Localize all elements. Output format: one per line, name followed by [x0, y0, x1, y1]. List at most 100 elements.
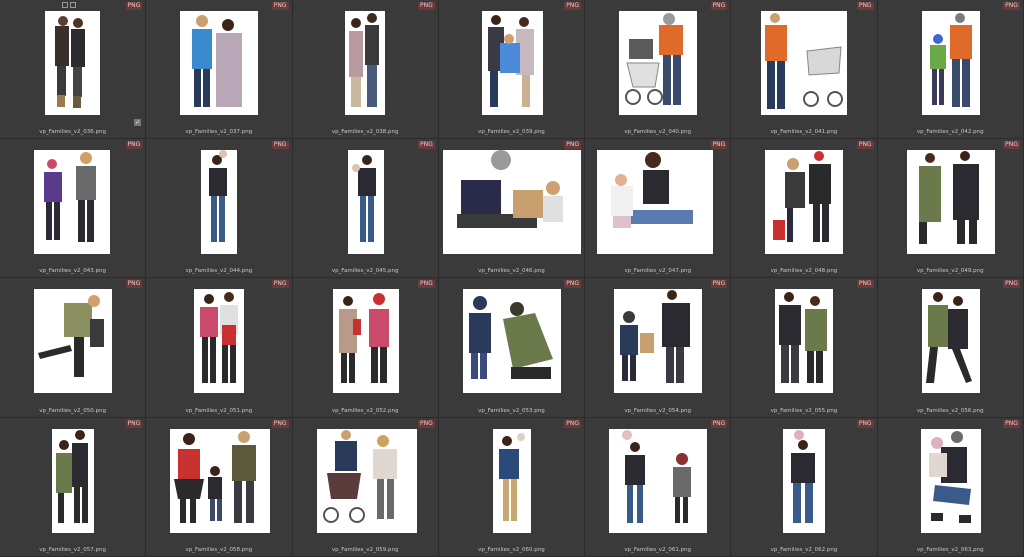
file-name-label: vp_Families_v2_045.png [331, 268, 399, 274]
thumbnail-image[interactable] [45, 11, 100, 115]
thumbnail-image[interactable] [492, 429, 531, 533]
thumbnail-image[interactable] [609, 429, 708, 533]
people-figure-image [611, 152, 694, 228]
thumbnail-tile[interactable]: PNG vp_Families_v2_053.png [438, 278, 586, 418]
thumbnail-image[interactable] [921, 289, 980, 393]
thumbnail-tile[interactable]: PNG vp_Families_v2_055.png [731, 278, 878, 418]
thumbnail-image[interactable] [614, 289, 703, 393]
thumbnail-tile[interactable]: PNG vp_Families_v2_040.png [585, 0, 732, 139]
thumbnail-tile[interactable]: PNG vp_Families_v2_046.png [438, 139, 586, 278]
thumbnail-image[interactable] [761, 11, 848, 115]
thumbnail-image[interactable] [194, 289, 245, 393]
people-figure-image [322, 430, 397, 523]
file-type-badge: PNG [125, 141, 143, 149]
people-figure-image [468, 296, 553, 379]
thumbnail-tile[interactable]: PNG vp_Families_v2_042.png [877, 0, 1024, 139]
file-name-label: vp_Families_v2_047.png [624, 268, 692, 274]
file-type-badge: PNG [418, 141, 435, 149]
file-name-label: vp_Families_v2_050.png [39, 408, 106, 414]
pencil-icon [70, 2, 76, 8]
thumbnail-image[interactable] [775, 289, 834, 393]
file-name-label: vp_Families_v2_051.png [185, 408, 253, 414]
thumbnail-image[interactable] [619, 11, 698, 115]
thumbnail-tile[interactable]: PNG vp_Families_v2_050.png [0, 278, 147, 418]
thumbnail-image[interactable] [201, 150, 238, 254]
thumbnail-tile[interactable]: PNG vp_Families_v2_047.png [585, 139, 732, 278]
thumbnail-image[interactable] [34, 150, 110, 254]
thumbnail-tile[interactable]: PNG vp_Families_v2_039.png [438, 0, 586, 139]
file-name-label: vp_Families_v2_057.png [39, 547, 106, 553]
people-figure-image [338, 293, 389, 383]
thumbnail-tile[interactable]: PNG vp_Families_v2_052.png [292, 278, 439, 418]
file-type-badge: PNG [710, 420, 728, 428]
thumbnail-tile[interactable]: PNG vp_Families_v2_038.png [292, 0, 439, 139]
thumbnail-image[interactable] [34, 289, 112, 393]
thumbnail-image[interactable] [52, 429, 94, 533]
file-name-label: vp_Families_v2_058.png [185, 547, 253, 553]
thumbnail-image[interactable] [481, 11, 543, 115]
file-type-badge: PNG [1003, 420, 1020, 428]
thumbnail-tile[interactable]: PNG vp_Families_v2_041.png [731, 0, 878, 139]
thumbnail-tile[interactable]: PNG vp_Families_v2_056.png [877, 278, 1024, 418]
thumbnail-image[interactable] [765, 150, 844, 254]
people-figure-image [773, 151, 832, 242]
file-type-badge: PNG [271, 2, 289, 10]
thumbnail-image[interactable] [344, 11, 385, 115]
file-name-label: vp_Families_v2_040.png [624, 129, 692, 135]
file-type-badge: PNG [125, 2, 143, 10]
thumbnail-image[interactable] [462, 289, 561, 393]
people-figure-image [928, 431, 971, 523]
thumbnail-tile[interactable]: PNG vp_Families_v2_058.png [146, 418, 293, 557]
thumbnail-tile[interactable]: PNG vp_Families_v2_043.png [0, 139, 147, 278]
thumbnail-image[interactable] [332, 289, 399, 393]
file-type-badge: PNG [125, 420, 143, 428]
people-figure-image [620, 290, 691, 383]
tile-overlay-icons [62, 2, 76, 8]
thumbnail-tile[interactable]: PNG vp_Families_v2_063.png [877, 418, 1024, 557]
people-figure-image [200, 292, 239, 383]
file-type-badge: PNG [271, 420, 289, 428]
thumbnail-image[interactable] [316, 429, 417, 533]
file-type-badge: PNG [710, 2, 728, 10]
file-name-label: vp_Families_v2_049.png [916, 268, 984, 274]
thumbnail-tile[interactable]: PNG vp_Families_v2_057.png [0, 418, 147, 557]
file-name-label: vp_Families_v2_037.png [185, 129, 253, 135]
file-name-label: vp_Families_v2_053.png [478, 408, 545, 414]
thumbnail-image[interactable] [442, 150, 581, 254]
thumbnail-tile[interactable]: PNG vp_Families_v2_061.png [585, 418, 732, 557]
people-figure-image [779, 292, 828, 383]
thumbnail-tile[interactable]: PNG vp_Families_v2_048.png [731, 139, 878, 278]
thumbnail-tile[interactable]: PNG vp_Families_v2_037.png [146, 0, 293, 139]
file-type-badge: PNG [564, 420, 582, 428]
file-type-badge: PNG [710, 280, 728, 288]
thumbnail-image[interactable] [906, 150, 995, 254]
file-type-badge: PNG [710, 141, 728, 149]
people-figure-image [348, 13, 379, 107]
thumbnail-tile[interactable]: PNG vp_Families_v2_045.png [292, 139, 439, 278]
file-name-label: vp_Families_v2_042.png [916, 129, 984, 135]
thumbnail-image[interactable] [347, 150, 384, 254]
thumbnail-tile[interactable]: PNG vp_Families_v2_049.png [877, 139, 1024, 278]
thumbnail-tile[interactable]: PNG vp_Families_v2_059.png [292, 418, 439, 557]
people-figure-image [55, 16, 85, 108]
people-figure-image [622, 430, 692, 523]
thumbnail-image[interactable] [920, 429, 981, 533]
thumbnail-tile[interactable]: PNG vp_Families_v2_062.png [731, 418, 878, 557]
file-type-badge: PNG [856, 141, 874, 149]
thumbnail-image[interactable] [597, 150, 714, 254]
people-figure-image [498, 433, 525, 521]
people-figure-image [925, 292, 972, 383]
thumbnail-tile[interactable]: PNG vp_Families_v2_060.png [438, 418, 586, 557]
file-type-badge: PNG [418, 280, 435, 288]
thumbnail-tile[interactable]: PNG vp_Families_v2_051.png [146, 278, 293, 418]
thumbnail-image[interactable] [783, 429, 826, 533]
checkbox-icon[interactable]: ✓ [134, 119, 142, 126]
thumbnail-tile[interactable]: PNG vp_Families_v2_044.png [146, 139, 293, 278]
thumbnail-image[interactable] [180, 11, 259, 115]
thumbnail-image[interactable] [170, 429, 271, 533]
file-name-label: vp_Families_v2_048.png [770, 268, 838, 274]
thumbnail-tile[interactable]: PNG ✓ vp_Families_v2_036.png [0, 0, 147, 139]
thumbnail-image[interactable] [921, 11, 980, 115]
file-type-badge: PNG [1003, 141, 1020, 149]
thumbnail-tile[interactable]: PNG vp_Families_v2_054.png [585, 278, 732, 418]
